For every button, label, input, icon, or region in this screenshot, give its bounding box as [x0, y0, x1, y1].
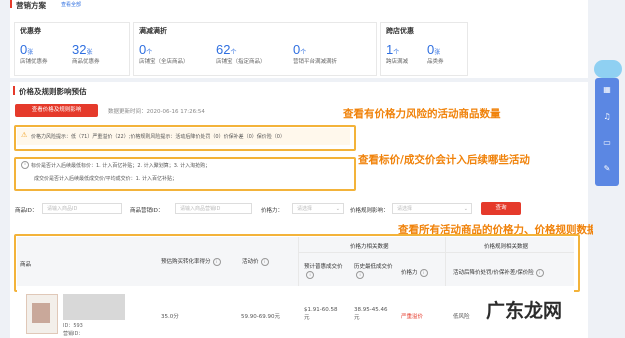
stat-unit: 个: [146, 49, 153, 56]
col-header-post-penalty: 活动后降价处罚/价保补差/保价险 i: [453, 268, 544, 277]
col-header-activity-price-label: 活动价: [242, 259, 259, 265]
watermark-text: 广东龙网: [486, 300, 563, 322]
product-id-label: 商品ID：: [15, 208, 38, 214]
col-header-price-power-label: 价格力: [401, 270, 418, 276]
view-all-link[interactable]: 查看全部: [61, 1, 81, 8]
message-icon[interactable]: ▭: [600, 136, 614, 150]
view-price-impact-button[interactable]: 查看价格及规则影响: [15, 104, 98, 117]
stat-value: 32: [72, 42, 87, 57]
stat-store-all[interactable]: 0个 店铺宝（全店商品）: [139, 42, 189, 65]
info-icon[interactable]: i: [260, 257, 269, 266]
expected-price: $1.91-60.58元: [304, 307, 338, 321]
shop-product-id-input[interactable]: 请输入商品营销ID: [175, 203, 252, 214]
info-icon[interactable]: i: [212, 257, 221, 266]
info-icon: i: [21, 161, 29, 169]
col-header-expected-price: 预计普惠成交价i: [304, 263, 346, 280]
product-image: [32, 303, 50, 323]
chevron-down-icon: ⌄: [463, 206, 468, 212]
chevron-down-icon: ⌄: [335, 206, 340, 212]
post-penalty-value: 低风险: [453, 314, 470, 320]
product-thumbnail[interactable]: [26, 294, 58, 334]
edit-icon[interactable]: ✎: [600, 162, 614, 176]
info-line-1: 标价是否计入后续最低标价：1. 计入百亿补贴；2. 计入聚划算；3. 计入淘抢购…: [31, 163, 211, 169]
price-section-title: 价格及规则影响预估: [19, 87, 87, 96]
col-header-activity-price: 活动价 i: [242, 257, 269, 266]
col-header-product: 商品: [20, 262, 32, 268]
warning-icon: ⚠: [21, 131, 28, 139]
stat-unit: 个: [300, 49, 307, 56]
col-header-conversion-label: 预估购买转化率得分: [161, 259, 211, 265]
update-time: 数据更新时间：2020-06-16 17:26:54: [108, 109, 205, 115]
info-line-2: 成交价是否计入后续最低成交价/平均成交价：1. 计入百亿补贴；: [34, 176, 178, 182]
chat-icon[interactable]: ▦: [600, 83, 614, 97]
activity-price: 59.90-69.90元: [241, 314, 280, 320]
bell-icon[interactable]: ♫: [600, 110, 614, 124]
stat-store-specific[interactable]: 62个 店铺宝（指定商品）: [216, 42, 266, 65]
stat-platform-fullcut[interactable]: 0个 营销平台满减满折: [293, 42, 337, 65]
stat-shop-coupon[interactable]: 0张 店铺优惠券: [20, 42, 48, 65]
stat-label: 品类券: [427, 59, 444, 65]
price-accent-bar: [13, 86, 15, 95]
stat-label: 商品优惠券: [72, 59, 100, 65]
info-icon[interactable]: i: [306, 271, 314, 279]
info-icon[interactable]: i: [535, 268, 544, 277]
conversion-score: 35.0分: [161, 314, 179, 320]
product-title-blurred: [63, 294, 125, 320]
stat-cross-fullcut[interactable]: 1个 跨店满减: [386, 42, 408, 65]
query-button[interactable]: 查询: [481, 202, 521, 215]
stat-unit: 个: [230, 49, 237, 56]
panel-fullcut-title: 满减满折: [139, 27, 167, 35]
col-header-post-penalty-label: 活动后降价处罚/价保补差/保价险: [453, 270, 534, 276]
col-header-history-low-label: 历史最低成交价: [354, 264, 393, 270]
mascot-cloud-icon[interactable]: [594, 60, 622, 78]
stat-value: 62: [216, 42, 231, 57]
group-header-price: 价格力相关数据: [350, 244, 389, 250]
col-header-conversion: 预估购买转化率得分 i: [161, 257, 221, 266]
stat-unit: 个: [393, 49, 400, 56]
stat-product-coupon[interactable]: 32张 商品优惠券: [72, 42, 100, 65]
stat-label: 跨店满减: [386, 59, 409, 65]
info-icon[interactable]: i: [356, 271, 364, 279]
stat-category-coupon[interactable]: 0张 品类券: [427, 42, 444, 65]
annotation-risk-count: 查看有价格力风险的活动商品数量: [343, 108, 501, 120]
group-header-rule: 价格规则相关数据: [484, 244, 529, 250]
stat-unit: 张: [434, 49, 441, 56]
col-header-history-low: 历史最低成交价i: [354, 263, 394, 280]
panel-crossstore-title: 跨店优惠: [386, 27, 414, 35]
col-divider: [445, 237, 446, 286]
stat-unit: 张: [27, 49, 34, 56]
warning-text: 价格力风险提示：低（71）严重溢价（22）;价格规则风险提示：活动后降价处罚（0…: [31, 134, 285, 140]
col-divider: [298, 237, 299, 286]
panel-coupon-title: 优惠券: [20, 27, 41, 35]
history-low-price: 38.95-45.46元: [354, 307, 388, 321]
rule-impact-select[interactable]: 请选择 ⌄: [392, 203, 472, 214]
price-power-placeholder: 请选择: [297, 206, 313, 212]
stat-label: 店铺宝（全店商品）: [139, 59, 189, 65]
stat-unit: 张: [86, 49, 93, 56]
price-power-label: 价格力：: [261, 208, 284, 214]
col-header-price-power: 价格力 i: [401, 268, 428, 277]
stat-label: 营销平台满减满折: [293, 59, 338, 65]
stat-label: 店铺宝（指定商品）: [216, 59, 266, 65]
price-power-select[interactable]: 请选择 ⌄: [292, 203, 344, 214]
col-header-expected-price-label: 预计普惠成交价: [304, 264, 343, 270]
product-marketing-id: 营销ID：: [63, 331, 84, 337]
header-accent-bar: [10, 0, 12, 8]
rule-impact-placeholder: 请选择: [397, 206, 413, 212]
section-title-marketing: 营销方案: [16, 1, 46, 10]
header-divider: [298, 252, 574, 253]
annotation-price-activities: 查看标价/成交价会计入后续哪些活动: [358, 154, 530, 166]
rule-impact-label: 价格规则影响：: [350, 208, 389, 214]
shop-product-id-label: 商品营销ID：: [130, 208, 164, 214]
product-id: ID：593: [63, 323, 83, 329]
stat-label: 店铺优惠券: [20, 59, 48, 65]
price-power-value: 严重溢价: [401, 314, 424, 320]
info-icon[interactable]: i: [419, 268, 428, 277]
product-id-input[interactable]: 请输入商品ID: [42, 203, 122, 214]
